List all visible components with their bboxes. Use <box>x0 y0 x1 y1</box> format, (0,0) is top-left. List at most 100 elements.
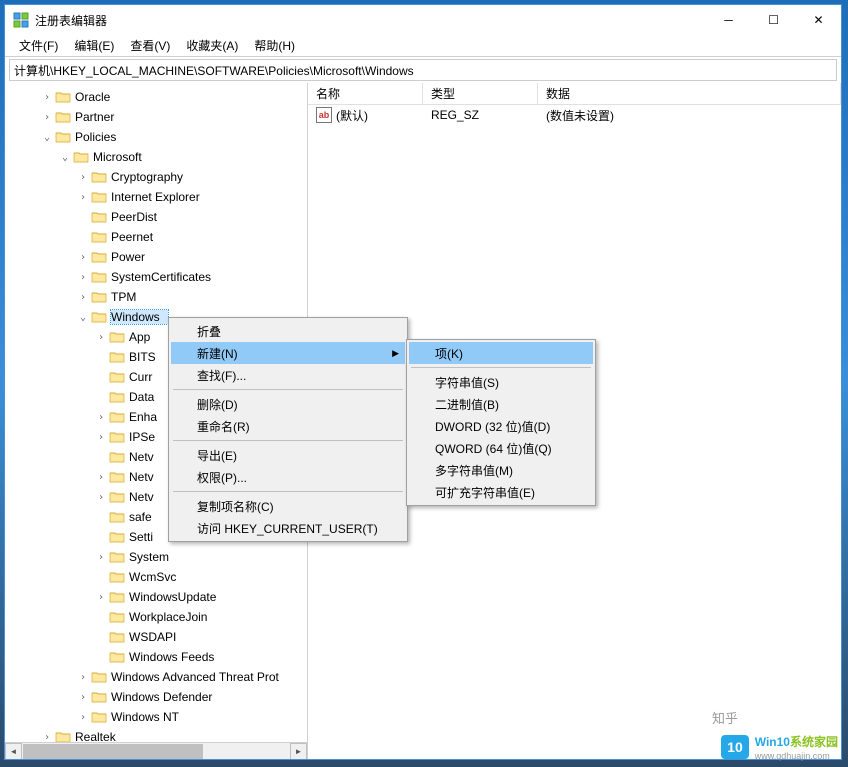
close-button[interactable]: ✕ <box>796 5 841 35</box>
menu-item[interactable]: 多字符串值(M) <box>409 459 593 481</box>
tree-node[interactable]: Peernet <box>5 227 307 247</box>
tree-node[interactable]: ›Oracle <box>5 87 307 107</box>
folder-icon <box>109 410 125 424</box>
expand-icon[interactable]: › <box>77 292 89 303</box>
tree-node[interactable]: › WindowsUpdate <box>5 587 307 607</box>
address-bar[interactable]: 计算机\HKEY_LOCAL_MACHINE\SOFTWARE\Policies… <box>9 59 837 81</box>
menu-item[interactable]: 查找(F)... <box>171 364 405 386</box>
menu-view[interactable]: 查看(V) <box>122 35 178 56</box>
expand-icon[interactable]: › <box>95 332 107 343</box>
tree-node[interactable]: ›Windows Advanced Threat Prot <box>5 667 307 687</box>
expand-icon[interactable]: › <box>95 432 107 443</box>
scroll-right-button[interactable]: ► <box>290 743 307 759</box>
col-name[interactable]: 名称 <box>308 83 423 104</box>
expand-icon[interactable]: › <box>77 172 89 183</box>
tree-node-label: safe <box>129 510 160 524</box>
tree-node[interactable]: ›Partner <box>5 107 307 127</box>
menu-edit[interactable]: 编辑(E) <box>66 35 122 56</box>
tree-node[interactable]: WorkplaceJoin <box>5 607 307 627</box>
col-type[interactable]: 类型 <box>423 83 538 104</box>
tree-node[interactable]: › Internet Explorer <box>5 187 307 207</box>
list-row[interactable]: ab (默认) REG_SZ (数值未设置) <box>308 105 841 125</box>
expand-icon[interactable]: › <box>95 472 107 483</box>
menu-item[interactable]: 折叠 <box>171 320 405 342</box>
scroll-thumb[interactable] <box>23 744 203 759</box>
expand-icon[interactable]: › <box>41 92 53 103</box>
collapse-icon[interactable]: ⌄ <box>59 152 71 163</box>
menu-item[interactable]: 删除(D) <box>171 393 405 415</box>
expand-icon[interactable]: › <box>77 692 89 703</box>
menu-item-label: 重命名(R) <box>197 418 250 435</box>
app-icon <box>13 12 29 28</box>
expand-icon[interactable]: › <box>77 672 89 683</box>
menu-file[interactable]: 文件(F) <box>11 35 66 56</box>
menu-favorites[interactable]: 收藏夹(A) <box>178 35 246 56</box>
tree-node[interactable]: ⌄Policies <box>5 127 307 147</box>
collapse-icon[interactable]: ⌄ <box>41 132 53 143</box>
col-data[interactable]: 数据 <box>538 83 841 104</box>
menubar: 文件(F) 编辑(E) 查看(V) 收藏夹(A) 帮助(H) <box>5 35 841 57</box>
collapse-icon[interactable]: ⌄ <box>77 312 89 323</box>
tree-node[interactable]: ›Cryptography <box>5 167 307 187</box>
menu-item[interactable]: 可扩充字符串值(E) <box>409 481 593 503</box>
expand-icon[interactable]: › <box>77 272 89 283</box>
expand-icon[interactable]: › <box>95 492 107 503</box>
menu-item[interactable]: DWORD (32 位)值(D) <box>409 415 593 437</box>
expand-icon[interactable]: › <box>77 252 89 263</box>
expand-icon[interactable]: › <box>95 592 107 603</box>
tree-node-label: Enha <box>129 410 165 424</box>
tree-node[interactable]: Windows Feeds <box>5 647 307 667</box>
tree-node[interactable]: ›Windows NT <box>5 707 307 727</box>
menu-item[interactable]: 复制项名称(C) <box>171 495 405 517</box>
tree-node-label: SystemCertificates <box>111 270 219 284</box>
tree-node[interactable]: ›Windows Defender <box>5 687 307 707</box>
tree-node[interactable]: ›Power <box>5 247 307 267</box>
tree-scrollbar-h[interactable]: ◄ ► <box>5 742 307 759</box>
tree-node-label: WindowsUpdate <box>129 590 224 604</box>
context-submenu[interactable]: 项(K) 字符串值(S)二进制值(B)DWORD (32 位)值(D)QWORD … <box>406 339 596 506</box>
menu-item[interactable]: 二进制值(B) <box>409 393 593 415</box>
menu-item[interactable]: 导出(E) <box>171 444 405 466</box>
tree-node-label: WorkplaceJoin <box>129 610 215 624</box>
expand-icon[interactable]: › <box>95 552 107 563</box>
menu-item[interactable]: QWORD (64 位)值(Q) <box>409 437 593 459</box>
tree-node[interactable]: ⌄Microsoft <box>5 147 307 167</box>
tree-node[interactable]: WcmSvc <box>5 567 307 587</box>
zhihu-watermark: 知乎 <box>712 708 738 727</box>
menu-item[interactable]: 重命名(R) <box>171 415 405 437</box>
scroll-left-button[interactable]: ◄ <box>5 743 22 759</box>
expand-icon[interactable]: › <box>41 732 53 743</box>
menu-item[interactable]: 访问 HKEY_CURRENT_USER(T) <box>171 517 405 539</box>
tree-node-label: IPSe <box>129 430 163 444</box>
scroll-track[interactable] <box>22 743 290 759</box>
menu-help[interactable]: 帮助(H) <box>246 35 303 56</box>
folder-icon <box>109 510 125 524</box>
expand-icon[interactable]: › <box>77 192 89 203</box>
tree-node[interactable]: PeerDist <box>5 207 307 227</box>
folder-icon <box>91 310 107 324</box>
tree-node[interactable]: WSDAPI <box>5 627 307 647</box>
minimize-button[interactable]: ─ <box>706 5 751 35</box>
menu-item-label: 可扩充字符串值(E) <box>435 484 535 501</box>
menu-item[interactable]: 权限(P)... <box>171 466 405 488</box>
menu-item[interactable]: 字符串值(S) <box>409 371 593 393</box>
maximize-button[interactable]: ☐ <box>751 5 796 35</box>
folder-icon <box>109 630 125 644</box>
tree-node[interactable]: ›System <box>5 547 307 567</box>
menu-item-label: 新建(N) <box>197 345 238 362</box>
menu-item[interactable]: 新建(N)▶ <box>171 342 405 364</box>
context-menu[interactable]: 折叠新建(N)▶查找(F)... 删除(D) 重命名(R) 导出(E)权限(P)...… <box>168 317 408 542</box>
menu-item[interactable]: 项(K) <box>409 342 593 364</box>
expand-icon[interactable]: › <box>77 712 89 723</box>
tree-node-label: WSDAPI <box>129 630 184 644</box>
folder-icon <box>109 450 125 464</box>
expand-icon[interactable]: › <box>95 412 107 423</box>
tree-node-label: Internet Explorer <box>111 190 208 204</box>
tree-node[interactable]: › SystemCertificates <box>5 267 307 287</box>
tree-node-label: Curr <box>129 370 160 384</box>
titlebar[interactable]: 注册表编辑器 ─ ☐ ✕ <box>5 5 841 35</box>
value-name: (默认) <box>336 107 368 124</box>
tree-node[interactable]: ›TPM <box>5 287 307 307</box>
expand-icon[interactable]: › <box>41 112 53 123</box>
value-type: REG_SZ <box>423 108 538 122</box>
